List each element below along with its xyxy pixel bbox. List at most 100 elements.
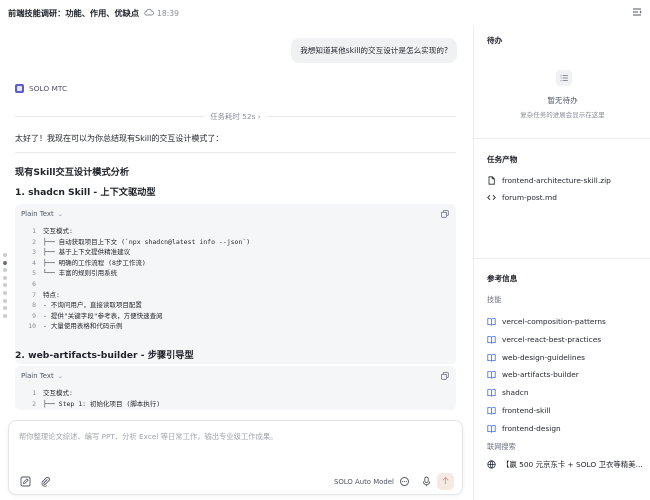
line-number: 1 bbox=[32, 389, 36, 397]
task-time-label[interactable]: 任务耗时 52s › bbox=[204, 111, 267, 122]
nav-dot[interactable] bbox=[3, 275, 7, 280]
skill-name: frontend-skill bbox=[502, 406, 551, 415]
conversation-title: 前端技能调研：功能、作用、优缺点 bbox=[8, 8, 140, 18]
agent-intro-text: 太好了！我现在可以为你总结现有Skill的交互设计模式了： bbox=[15, 134, 224, 143]
composer-input[interactable]: 帮你整理论文综述、编写 PPT、分析 Excel 等日常工作，输出专业级工作成果… bbox=[19, 432, 277, 442]
copy-icon[interactable] bbox=[441, 372, 449, 380]
code-language-select[interactable]: Plain Text ⌄ bbox=[21, 372, 63, 380]
divider-line bbox=[15, 115, 205, 117]
book-icon bbox=[487, 388, 496, 397]
code-text: - 提供"关键字段"参考表，方便快速查阅 bbox=[43, 311, 163, 320]
code-text: 交互模式: bbox=[43, 389, 73, 397]
code-text: ├── 自动获取项目上下文 (`npx shadcn@latest info -… bbox=[43, 237, 251, 246]
copy-icon[interactable] bbox=[441, 210, 449, 218]
todo-list-icon bbox=[556, 70, 572, 86]
skills-label: 技能 bbox=[487, 295, 502, 304]
code-line: 6 bbox=[21, 279, 450, 290]
nav-dot[interactable] bbox=[3, 290, 7, 295]
message-composer[interactable]: 帮你整理论文综述、编写 PPT、分析 Excel 等日常工作，输出专业级工作成果… bbox=[8, 420, 463, 495]
code-text: - 大量使用表格和代码示例 bbox=[43, 322, 123, 331]
code-text: 特点: bbox=[43, 290, 60, 299]
skill-item[interactable]: web-artifacts-builder bbox=[487, 370, 579, 379]
send-button[interactable] bbox=[437, 473, 454, 490]
code-language-label: Plain Text bbox=[21, 372, 54, 380]
code-text: ├── 明确的工作流程 (8步工作流) bbox=[43, 258, 146, 267]
code-language-select[interactable]: Plain Text ⌄ bbox=[21, 210, 63, 218]
task-time-text: 任务耗时 52s bbox=[210, 111, 256, 121]
task-time-divider[interactable]: 任务耗时 52s › bbox=[15, 110, 456, 122]
code-line: 4 ├── 明确的工作流程 (8步工作流) bbox=[21, 258, 450, 269]
code-text: ├── Step 1: 初始化项目 (脚本执行) bbox=[43, 399, 161, 408]
divider-line bbox=[266, 115, 456, 117]
skill-item[interactable]: web-design-guidelines bbox=[487, 353, 585, 362]
attach-icon[interactable] bbox=[40, 476, 51, 487]
panel-toggle-icon[interactable] bbox=[632, 7, 642, 17]
line-number: 6 bbox=[32, 279, 36, 288]
conversation-time: 18:39 bbox=[157, 8, 179, 18]
code-language-label: Plain Text bbox=[21, 210, 54, 218]
line-number: 7 bbox=[32, 290, 36, 299]
code-block-header: Plain Text ⌄ bbox=[15, 366, 456, 386]
output-file-item[interactable]: frontend-architecture-skill.zip bbox=[487, 176, 611, 185]
todo-empty-title: 暂无待办 bbox=[547, 96, 578, 105]
code-text: - 不询问用户，直接读取项目配置 bbox=[43, 301, 142, 310]
code-line: 1 交互模式: bbox=[21, 388, 450, 399]
agent-name: SOLO MTC bbox=[29, 84, 68, 93]
nav-dot[interactable] bbox=[3, 253, 7, 257]
chat-mode-icon[interactable] bbox=[399, 476, 410, 487]
model-select[interactable]: SOLO Auto Model bbox=[334, 478, 394, 486]
skill-item[interactable]: frontend-design bbox=[487, 424, 561, 433]
skill-item[interactable]: frontend-skill bbox=[487, 406, 550, 415]
references-title: 参考信息 bbox=[487, 274, 518, 283]
web-search-result[interactable]: 【赢 500 元京东卡 + SOLO 卫衣等精美… bbox=[487, 459, 643, 470]
divider bbox=[474, 258, 650, 259]
top-bar: 前端技能调研：功能、作用、优缺点 18:39 bbox=[0, 0, 650, 26]
book-icon bbox=[487, 406, 496, 415]
line-number: 9 bbox=[32, 311, 36, 320]
output-file-name: forum-post.md bbox=[502, 193, 557, 202]
code-block-header: Plain Text ⌄ bbox=[15, 204, 456, 224]
nav-dot[interactable] bbox=[3, 313, 7, 318]
nav-dot[interactable] bbox=[3, 306, 7, 311]
line-number: 4 bbox=[32, 258, 36, 267]
code-text: └── 丰富的规则引用系统 bbox=[43, 269, 118, 278]
line-number: 8 bbox=[32, 301, 36, 310]
code-block: Plain Text ⌄ 1 交互模式: 2 ├── Step 1: 初始化项目 (脚本… bbox=[15, 366, 456, 410]
skill-item[interactable]: shadcn bbox=[487, 388, 529, 397]
skill-name: web-artifacts-builder bbox=[502, 370, 579, 380]
code-line: 5 └── 丰富的规则引用系统 bbox=[21, 268, 450, 279]
code-line: 9 - 提供"关键字段"参考表，方便快速查阅 bbox=[21, 311, 450, 322]
book-icon bbox=[487, 353, 496, 362]
microphone-icon[interactable] bbox=[421, 476, 432, 487]
agent-avatar bbox=[15, 84, 24, 93]
cloud-icon bbox=[144, 8, 154, 18]
line-number: 5 bbox=[32, 269, 36, 278]
code-text: ├── 基于上下文提供精准建议 bbox=[43, 248, 131, 257]
skill-name: web-design-guidelines bbox=[502, 352, 585, 362]
todo-empty-subtitle: 复杂任务的进展会显示在这里 bbox=[520, 111, 605, 119]
message-navigator[interactable] bbox=[3, 253, 8, 321]
nav-dot[interactable] bbox=[3, 268, 7, 273]
edit-icon[interactable] bbox=[20, 476, 31, 487]
right-panel: 待办 暂无待办 复杂任务的进展会显示在这里 任务产物 frontend-arch… bbox=[473, 26, 650, 500]
book-icon bbox=[487, 370, 496, 380]
divider bbox=[15, 152, 456, 153]
line-number: 10 bbox=[28, 322, 36, 331]
nav-dot[interactable] bbox=[3, 283, 7, 288]
skill-name: frontend-design bbox=[502, 423, 561, 433]
nav-dot[interactable] bbox=[3, 260, 7, 265]
nav-dot[interactable] bbox=[3, 298, 7, 303]
output-file-item[interactable]: forum-post.md bbox=[487, 193, 557, 202]
code-icon bbox=[487, 193, 496, 202]
code-line: 10 - 大量使用表格和代码示例 bbox=[21, 321, 450, 332]
book-icon bbox=[487, 424, 496, 433]
chevron-right-icon: › bbox=[257, 111, 261, 121]
book-icon bbox=[487, 335, 496, 344]
skill-name: shadcn bbox=[502, 388, 529, 398]
skill-item[interactable]: vercel-react-best-practices bbox=[487, 335, 601, 344]
user-message-bubble: 我想知道其他skill的交互设计是怎么实现的? bbox=[291, 38, 457, 63]
subsection-heading: 1. shadcn Skill - 上下文驱动型 bbox=[15, 187, 156, 198]
file-icon bbox=[487, 176, 496, 185]
skill-item[interactable]: vercel-composition-patterns bbox=[487, 317, 606, 326]
todo-title: 待办 bbox=[487, 36, 503, 45]
